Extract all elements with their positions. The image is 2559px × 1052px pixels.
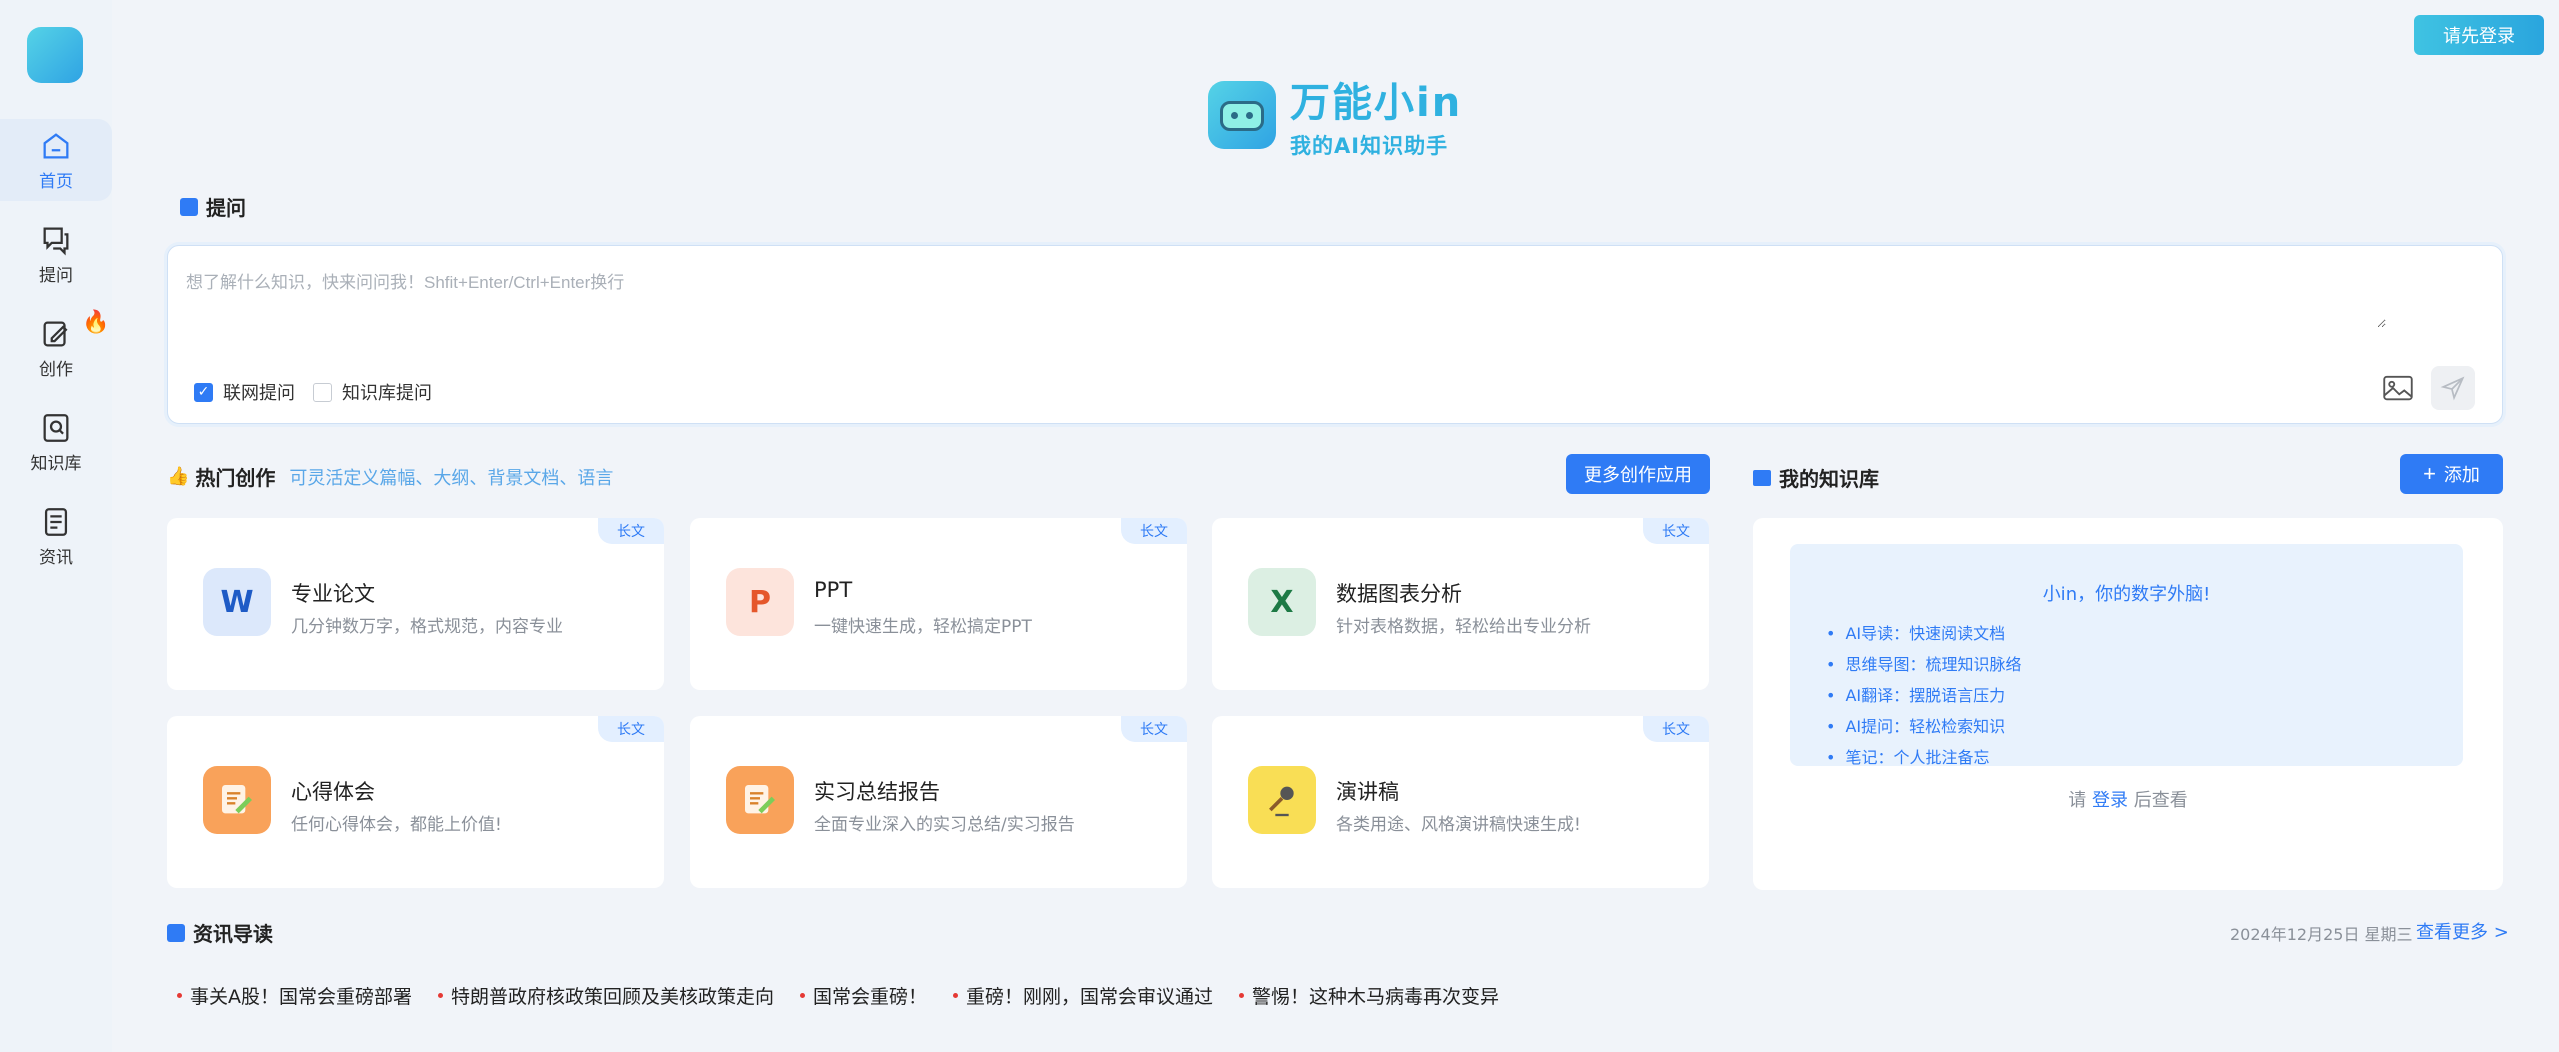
excel-icon: X xyxy=(1248,568,1316,636)
word-icon: W xyxy=(203,568,271,636)
news-list: 事关A股！国常会重磅部署 特朗普政府核政策回顾及美核政策走向 国常会重磅！ 重磅… xyxy=(177,982,1525,1009)
sidebar-item-ask[interactable]: 提问 xyxy=(0,213,112,295)
sidebar-item-label: 首页 xyxy=(39,171,73,192)
long-text-badge: 长文 xyxy=(1121,716,1187,742)
card-data-analysis[interactable]: 长文 X 数据图表分析 针对表格数据，轻松给出专业分析 xyxy=(1212,518,1709,690)
sidebar-item-label: 提问 xyxy=(39,265,73,286)
checkbox-unchecked-icon xyxy=(313,382,332,402)
feature-list: AI导读：快速阅读文档 思维导图：梳理知识脉络 AI翻译：摆脱语言压力 AI提问… xyxy=(1826,618,2021,773)
hot-section-title: 👍 热门创作 可灵活定义篇幅、大纲、背景文档、语言 xyxy=(167,462,613,491)
powerpoint-icon: P xyxy=(726,568,794,636)
knowledge-headline: 小in，你的数字外脑! xyxy=(2042,584,2211,605)
news-icon xyxy=(167,923,185,942)
image-upload-button[interactable] xyxy=(2378,368,2418,408)
news-date: 2024年12月25日 星期三 xyxy=(2230,925,2413,944)
hot-subtitle: 可灵活定义篇幅、大纲、背景文档、语言 xyxy=(289,467,614,489)
card-title: PPT xyxy=(814,578,853,602)
card-title: 演讲稿 xyxy=(1336,780,1399,804)
list-item: 思维导图：梳理知识脉络 xyxy=(1826,649,2021,680)
card-thesis[interactable]: 长文 W 专业论文 几分钟数万字，格式规范，内容专业 xyxy=(167,518,664,690)
microphone-icon xyxy=(1248,766,1316,834)
view-more-link[interactable]: 查看更多 > xyxy=(2416,918,2509,944)
news-section-title: 资讯导读 xyxy=(167,918,273,947)
list-item: AI提问：轻松检索知识 xyxy=(1826,711,2021,742)
card-desc: 任何心得体会，都能上价值! xyxy=(291,815,502,835)
app-logo[interactable] xyxy=(27,27,83,83)
long-text-badge: 长文 xyxy=(1643,716,1709,742)
fire-icon: 🔥 xyxy=(82,310,110,335)
image-icon xyxy=(2383,375,2413,401)
knowledge-section-title: 我的知识库 xyxy=(1753,463,1879,492)
book-search-icon xyxy=(43,413,69,442)
login-link[interactable]: 登录 xyxy=(2092,790,2128,811)
web-search-checkbox[interactable]: ✓ 联网提问 xyxy=(194,379,295,405)
news-icon xyxy=(44,507,68,536)
login-prompt: 请 登录 后查看 xyxy=(2068,790,2188,811)
card-title: 数据图表分析 xyxy=(1336,582,1462,606)
home-icon xyxy=(43,132,69,158)
long-text-badge: 长文 xyxy=(598,716,664,742)
send-icon xyxy=(2440,376,2465,401)
brand-title: 万能小in xyxy=(1290,80,1463,126)
long-text-badge: 长文 xyxy=(1121,518,1187,544)
card-desc: 各类用途、风格演讲稿快速生成! xyxy=(1336,815,1581,835)
sidebar: 首页 提问 创作 🔥 知识库 资讯 xyxy=(0,0,112,1052)
card-internship-report[interactable]: 长文 实习总结报告 全面专业深入的实习总结/实习报告 xyxy=(690,716,1187,888)
card-ppt[interactable]: 长文 P PPT 一键快速生成，轻松搞定PPT xyxy=(690,518,1187,690)
login-button[interactable]: 请先登录 xyxy=(2414,15,2544,55)
sidebar-item-knowledge[interactable]: 知识库 xyxy=(0,401,112,483)
list-item: AI导读：快速阅读文档 xyxy=(1826,618,2021,649)
long-text-badge: 长文 xyxy=(598,518,664,544)
more-apps-button[interactable]: 更多创作应用 xyxy=(1566,454,1710,494)
ask-section-title: 提问 xyxy=(180,192,246,221)
question-icon xyxy=(180,197,198,216)
knowledge-panel: 小in，你的数字外脑! AI导读：快速阅读文档 思维导图：梳理知识脉络 AI翻译… xyxy=(1753,518,2503,890)
checkbox-checked-icon: ✓ xyxy=(194,382,213,402)
news-item[interactable]: 特朗普政府核政策回顾及美核政策走向 xyxy=(438,982,774,1009)
brand-subtitle: 我的AI知识助手 xyxy=(1290,134,1449,158)
card-title: 专业论文 xyxy=(291,582,375,606)
sidebar-item-label: 创作 xyxy=(39,359,73,380)
plus-icon: + xyxy=(2423,461,2436,486)
news-item[interactable]: 重磅！刚刚，国常会审议通过 xyxy=(953,982,1213,1009)
card-desc: 一键快速生成，轻松搞定PPT xyxy=(814,617,1032,637)
card-reflection[interactable]: 长文 心得体会 任何心得体会，都能上价值! xyxy=(167,716,664,888)
news-item[interactable]: 事关A股！国常会重磅部署 xyxy=(177,982,412,1009)
ask-box: ✓ 联网提问 知识库提问 xyxy=(167,245,2503,424)
knowledge-base-checkbox[interactable]: 知识库提问 xyxy=(313,379,432,405)
long-text-badge: 长文 xyxy=(1643,518,1709,544)
card-desc: 针对表格数据，轻松给出专业分析 xyxy=(1336,617,1591,637)
sidebar-item-label: 资讯 xyxy=(39,547,73,568)
add-knowledge-button[interactable]: + 添加 xyxy=(2400,454,2503,494)
list-item: 笔记：个人批注备忘 xyxy=(1826,742,2021,773)
chat-icon xyxy=(43,227,69,255)
card-speech[interactable]: 长文 演讲稿 各类用途、风格演讲稿快速生成! xyxy=(1212,716,1709,888)
news-item[interactable]: 国常会重磅！ xyxy=(800,982,927,1009)
edit-icon xyxy=(43,321,68,346)
card-desc: 全面专业深入的实习总结/实习报告 xyxy=(814,815,1075,835)
card-title: 实习总结报告 xyxy=(814,780,940,804)
brand: 万能小in 我的AI知识助手 xyxy=(1208,70,1462,160)
knowledge-intro: 小in，你的数字外脑! AI导读：快速阅读文档 思维导图：梳理知识脉络 AI翻译… xyxy=(1790,544,2463,767)
send-button[interactable] xyxy=(2431,366,2475,410)
document-pen-icon xyxy=(726,766,794,834)
list-item: AI翻译：摆脱语言压力 xyxy=(1826,680,2021,711)
sidebar-item-label: 知识库 xyxy=(30,453,82,474)
card-desc: 几分钟数万字，格式规范，内容专业 xyxy=(291,617,563,637)
robot-logo-icon xyxy=(1208,81,1276,149)
thumbs-up-icon: 👍 xyxy=(167,466,190,487)
card-title: 心得体会 xyxy=(291,780,375,804)
sidebar-item-home[interactable]: 首页 xyxy=(0,119,112,201)
document-pen-icon xyxy=(203,766,271,834)
news-item[interactable]: 警惕！这种木马病毒再次变异 xyxy=(1239,982,1499,1009)
ask-input[interactable] xyxy=(186,268,2386,328)
sidebar-item-news[interactable]: 资讯 xyxy=(0,495,112,577)
open-book-icon xyxy=(1753,469,1771,486)
